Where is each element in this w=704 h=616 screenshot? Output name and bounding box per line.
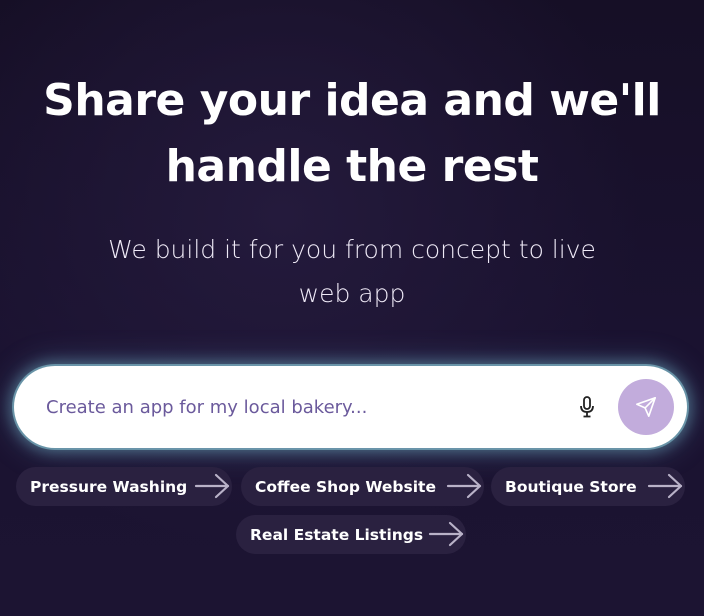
prompt-box — [14, 366, 687, 448]
subtitle-line-2: web app — [298, 279, 406, 308]
suggestion-label: Coffee Shop Website — [255, 477, 436, 496]
headline-line-2: handle the rest — [165, 141, 539, 192]
prompt-input[interactable] — [46, 387, 546, 427]
suggestion-label: Boutique Store — [505, 477, 637, 496]
arrow-right-icon — [647, 473, 683, 499]
microphone-icon — [580, 396, 594, 418]
page-subtitle: We build it for you from concept to live… — [0, 228, 704, 316]
arrow-right-icon — [428, 521, 464, 547]
headline-line-1: Share your idea and we'll — [43, 75, 661, 126]
send-button[interactable] — [618, 379, 674, 435]
voice-input-button[interactable] — [574, 391, 600, 423]
page-title: Share your idea and we'll handle the res… — [0, 68, 704, 200]
suggestion-chip-boutique-store[interactable]: Boutique Store — [491, 467, 685, 506]
subtitle-line-1: We build it for you from concept to live — [108, 235, 596, 264]
suggestion-chip-pressure-washing[interactable]: Pressure Washing — [16, 467, 232, 506]
suggestion-chip-coffee-shop[interactable]: Coffee Shop Website — [241, 467, 484, 506]
suggestion-chip-real-estate[interactable]: Real Estate Listings — [236, 515, 466, 554]
arrow-right-icon — [446, 473, 482, 499]
paper-plane-icon — [636, 397, 656, 417]
suggestion-label: Pressure Washing — [30, 477, 188, 496]
arrow-right-icon — [194, 473, 230, 499]
suggestion-label: Real Estate Listings — [250, 525, 424, 544]
